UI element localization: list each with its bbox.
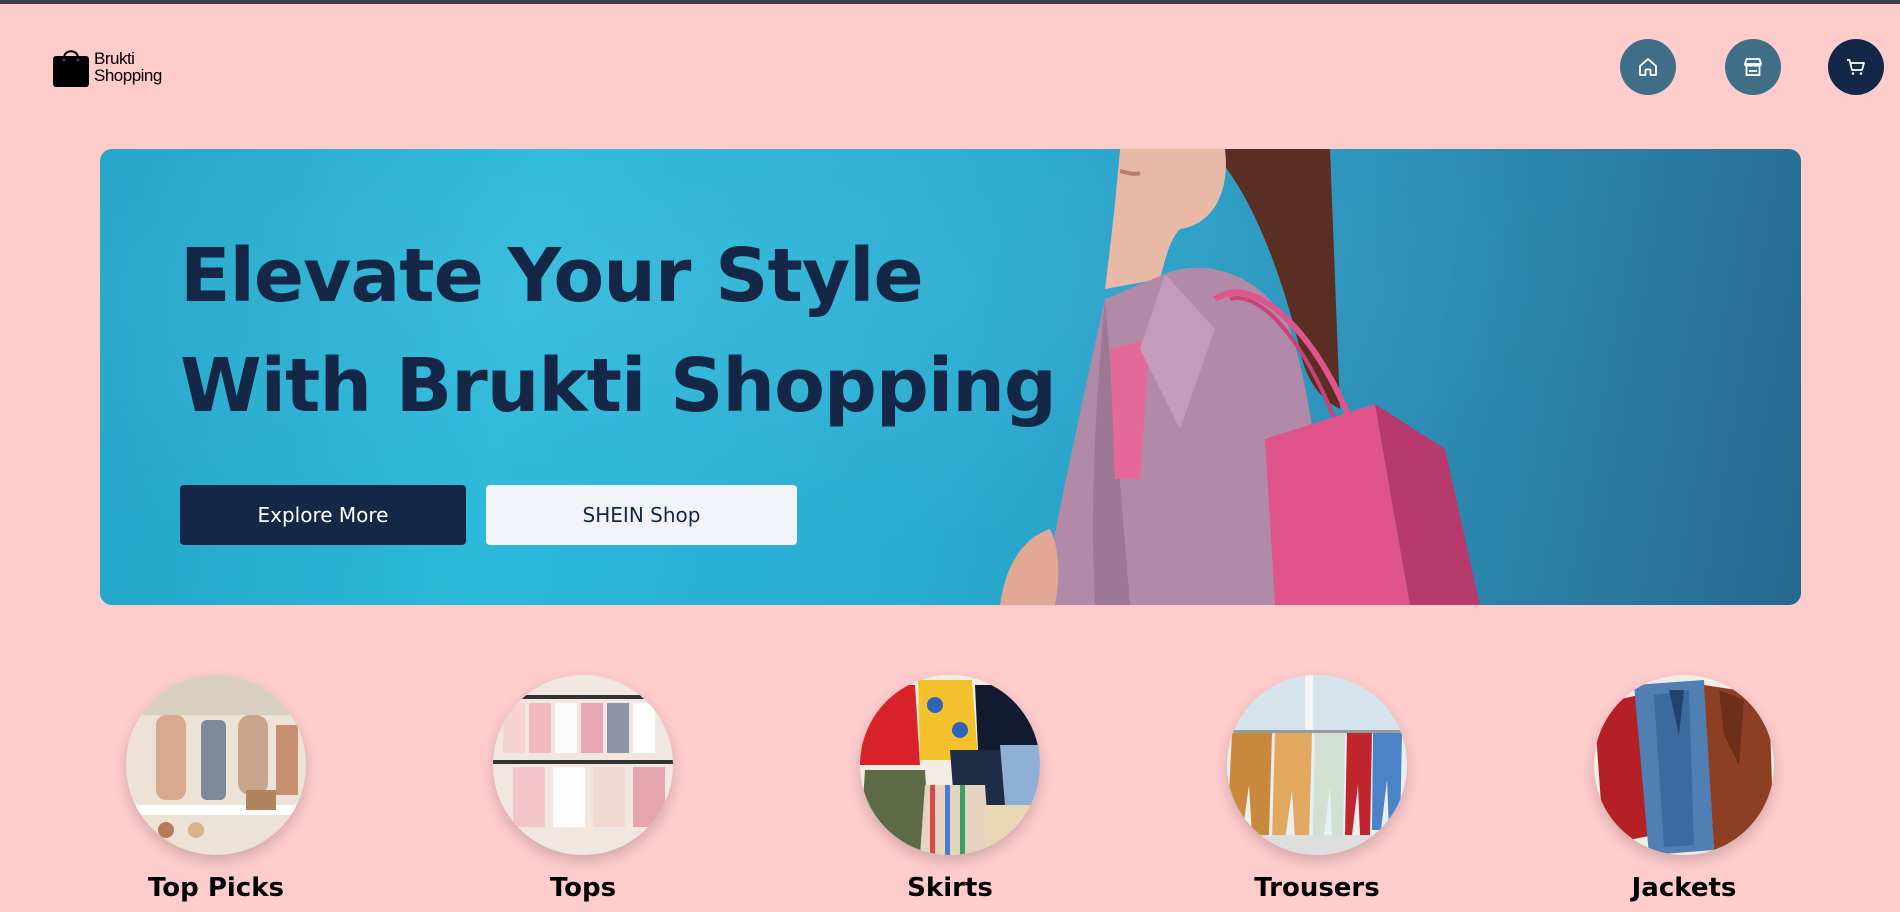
hero-image-woman-with-bag — [1000, 149, 1480, 605]
hero-banner: Elevate Your Style With Brukti Shopping … — [100, 149, 1801, 605]
category-image-top-picks — [126, 675, 306, 855]
home-button[interactable] — [1620, 39, 1676, 95]
top-border — [0, 0, 1900, 4]
category-jackets[interactable]: Jackets — [1584, 675, 1784, 903]
hero-title-line2: With Brukti Shopping — [180, 343, 1057, 429]
category-image-jackets — [1594, 675, 1774, 855]
hero-title-line1: Elevate Your Style — [180, 233, 924, 319]
category-image-trousers — [1227, 675, 1407, 855]
cart-icon — [1847, 59, 1865, 75]
category-label: Jackets — [1631, 873, 1737, 903]
hero-title: Elevate Your Style With Brukti Shopping — [180, 221, 1080, 441]
explore-more-button[interactable]: Explore More — [180, 485, 466, 545]
category-top-picks[interactable]: Top Picks — [116, 675, 316, 903]
category-image-tops — [493, 675, 673, 855]
category-label: Skirts — [907, 873, 993, 903]
store-icon — [1744, 58, 1762, 76]
store-button[interactable] — [1725, 39, 1781, 95]
category-tops[interactable]: Tops — [483, 675, 683, 903]
category-label: Tops — [549, 873, 617, 903]
category-image-skirts — [860, 675, 1040, 855]
brand-name-line1: Brukti — [94, 49, 135, 68]
shopping-bag-icon — [52, 46, 90, 88]
shein-shop-button[interactable]: SHEIN Shop — [486, 485, 797, 545]
category-trousers[interactable]: Trousers — [1217, 675, 1417, 903]
category-label: Top Picks — [148, 873, 284, 903]
brand-name: Brukti Shopping — [94, 50, 162, 84]
home-icon — [1639, 58, 1657, 76]
cart-button[interactable] — [1828, 39, 1884, 95]
brand-name-line2: Shopping — [94, 66, 162, 85]
category-skirts[interactable]: Skirts — [850, 675, 1050, 903]
category-label: Trousers — [1254, 873, 1380, 903]
brand-logo[interactable]: Brukti Shopping — [52, 46, 162, 88]
